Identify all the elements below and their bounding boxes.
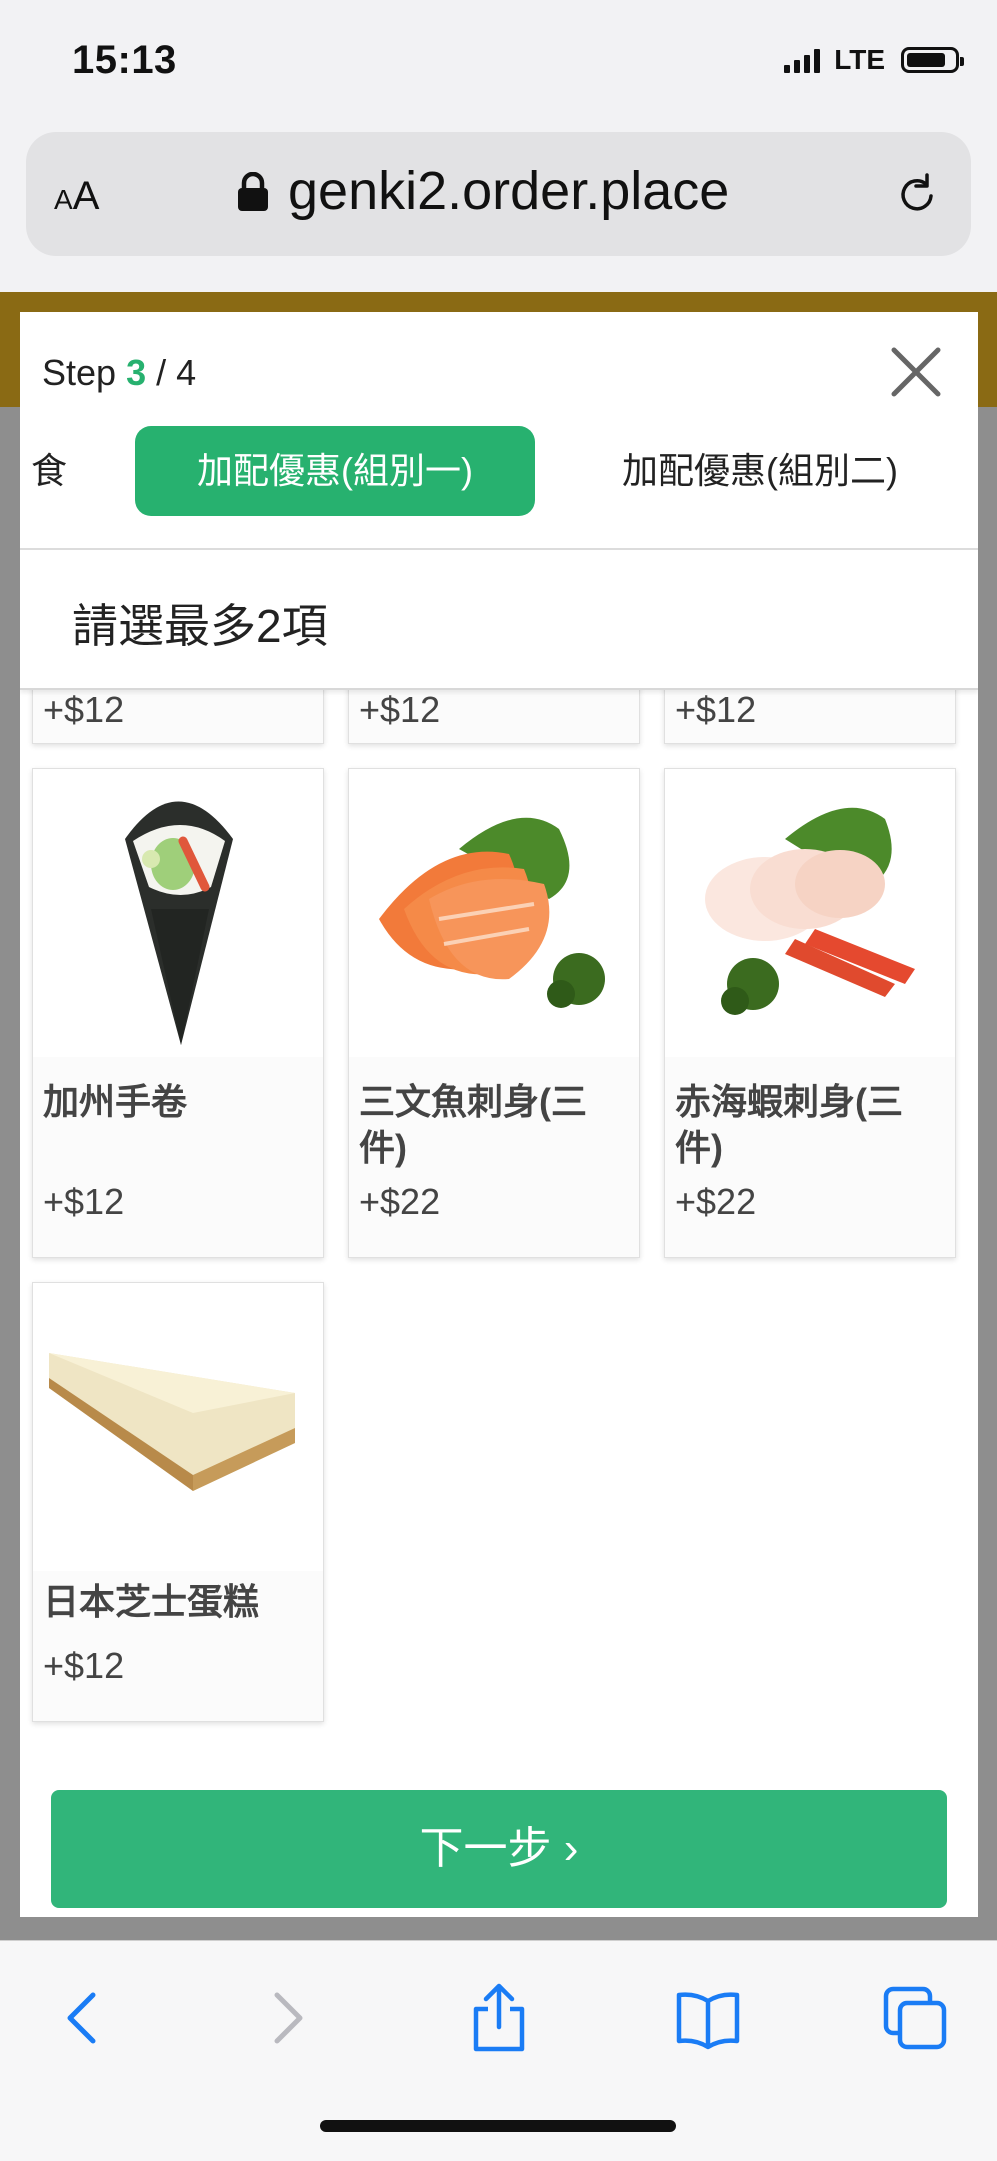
item-name: 赤海蝦刺身(三件) (675, 1081, 903, 1168)
item-price: +$22 (359, 1181, 441, 1222)
item-image (349, 769, 639, 1057)
item-card-partial[interactable]: +$12 (348, 688, 640, 744)
step-total: 4 (176, 352, 197, 393)
item-card-partial[interactable]: +$12 (32, 688, 324, 744)
status-bar: 15:13 LTE (0, 0, 997, 125)
salmon-sashimi-image (379, 817, 605, 1008)
network-type: LTE (834, 44, 885, 75)
signal-icon (784, 47, 821, 73)
address-bar[interactable]: AA genki2.order.place (26, 132, 971, 256)
step-current: 3 (126, 352, 147, 393)
category-tabs: 食 加配優惠(組別一) 加配優惠(組別二) (20, 422, 978, 540)
temaki-hand-roll-image (125, 801, 233, 1045)
item-image (665, 769, 955, 1057)
close-icon[interactable] (890, 346, 942, 398)
item-image (33, 769, 323, 1057)
tab-addon-group-1[interactable]: 加配優惠(組別一) (135, 426, 535, 516)
reload-icon[interactable] (893, 170, 941, 218)
lock-icon (238, 172, 268, 211)
item-card-salmon-sashimi[interactable]: 三文魚刺身(三件) +$22 (348, 768, 640, 1258)
item-card-california-roll[interactable]: 加州手卷 +$12 (32, 768, 324, 1258)
status-indicators: LTE (784, 44, 964, 76)
item-price: +$12 (359, 689, 441, 730)
selection-instruction: 請選最多2項 (20, 550, 978, 690)
text-size-button[interactable]: AA (54, 174, 99, 219)
item-name: 日本芝士蛋糕 (43, 1581, 260, 1622)
item-card-red-shrimp-sashimi[interactable]: 赤海蝦刺身(三件) +$22 (664, 768, 956, 1258)
item-price: +$12 (43, 1645, 125, 1686)
red-shrimp-sashimi-image (705, 807, 915, 1015)
option-modal: Step 3 / 4 食 加配優惠(組別一) 加配優惠(組別二) 請選最多2項 … (20, 312, 978, 1917)
forward-icon[interactable] (252, 1983, 322, 2053)
tab-previous[interactable]: 食 (24, 426, 74, 516)
url-text[interactable]: genki2.order.place (288, 160, 729, 222)
next-step-button[interactable]: 下一步 › (51, 1790, 947, 1908)
status-time: 15:13 (72, 38, 177, 82)
item-price: +$12 (43, 1181, 125, 1222)
item-card-japanese-cheesecake[interactable]: 日本芝士蛋糕 +$12 (32, 1282, 324, 1722)
back-icon[interactable] (48, 1983, 118, 2053)
item-name: 三文魚刺身(三件) (359, 1081, 587, 1168)
bookmarks-icon[interactable] (673, 1983, 743, 2053)
cheesecake-image (49, 1353, 295, 1491)
tabs-icon[interactable] (880, 1983, 950, 2053)
modal-header: Step 3 / 4 (20, 312, 978, 422)
item-name: 加州手卷 (43, 1081, 188, 1122)
share-icon[interactable] (464, 1983, 534, 2053)
item-price: +$12 (675, 689, 757, 730)
item-grid: +$12 +$12 +$12 加州手卷 +$12 三文魚刺身(三件) +$22 … (20, 688, 978, 1788)
item-price: +$22 (675, 1181, 757, 1222)
tab-addon-group-2[interactable]: 加配優惠(組別二) (590, 426, 930, 516)
home-indicator (320, 2120, 676, 2132)
item-image (33, 1283, 323, 1571)
battery-icon (901, 47, 964, 73)
item-card-partial[interactable]: +$12 (664, 688, 956, 744)
step-indicator: Step 3 / 4 (42, 352, 197, 393)
item-price: +$12 (43, 689, 125, 730)
